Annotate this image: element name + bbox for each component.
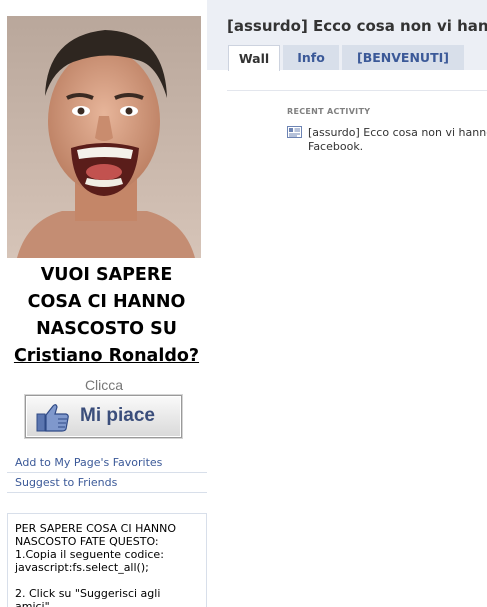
left-column: VUOI SAPERE COSA CI HANNO NASCOSTO SU Cr… bbox=[0, 0, 215, 607]
add-to-favorites-link[interactable]: Add to My Page's Favorites bbox=[7, 453, 207, 473]
recent-activity-heading: RECENT ACTIVITY bbox=[287, 107, 371, 116]
promo-line-3: NASCOSTO SU bbox=[36, 319, 177, 339]
tab-info[interactable]: Info bbox=[283, 45, 339, 70]
page-title: [assurdo] Ecco cosa non vi hanno bbox=[227, 17, 487, 35]
tab-wall[interactable]: Wall bbox=[228, 45, 280, 71]
content-divider bbox=[227, 90, 487, 91]
recent-activity-item[interactable]: [assurdo] Ecco cosa non vi hanno Faceboo… bbox=[308, 126, 487, 154]
profile-photo-image bbox=[7, 16, 201, 258]
profile-photo[interactable] bbox=[7, 16, 201, 258]
like-button[interactable]: Mi piace bbox=[25, 395, 182, 438]
thumbs-up-icon bbox=[36, 404, 69, 432]
page-header: [assurdo] Ecco cosa non vi hanno Wall In… bbox=[207, 0, 487, 71]
promo-line-2: COSA CI HANNO bbox=[27, 292, 186, 312]
promo-line-4: Cristiano Ronaldo? bbox=[13, 346, 200, 366]
story-icon bbox=[287, 126, 302, 138]
promo-line-1: VUOI SAPERE bbox=[40, 265, 173, 285]
instructions-box: PER SAPERE COSA CI HANNO NASCOSTO FATE Q… bbox=[7, 513, 207, 607]
like-button-label: Mi piace bbox=[80, 405, 155, 426]
clicca-label: Clicca bbox=[84, 377, 124, 393]
tab-benvenuti[interactable]: [BENVENUTI] bbox=[342, 45, 464, 70]
promo-headline: VUOI SAPERE COSA CI HANNO NASCOSTO SU Cr… bbox=[0, 262, 213, 370]
suggest-to-friends-link[interactable]: Suggest to Friends bbox=[7, 473, 207, 493]
